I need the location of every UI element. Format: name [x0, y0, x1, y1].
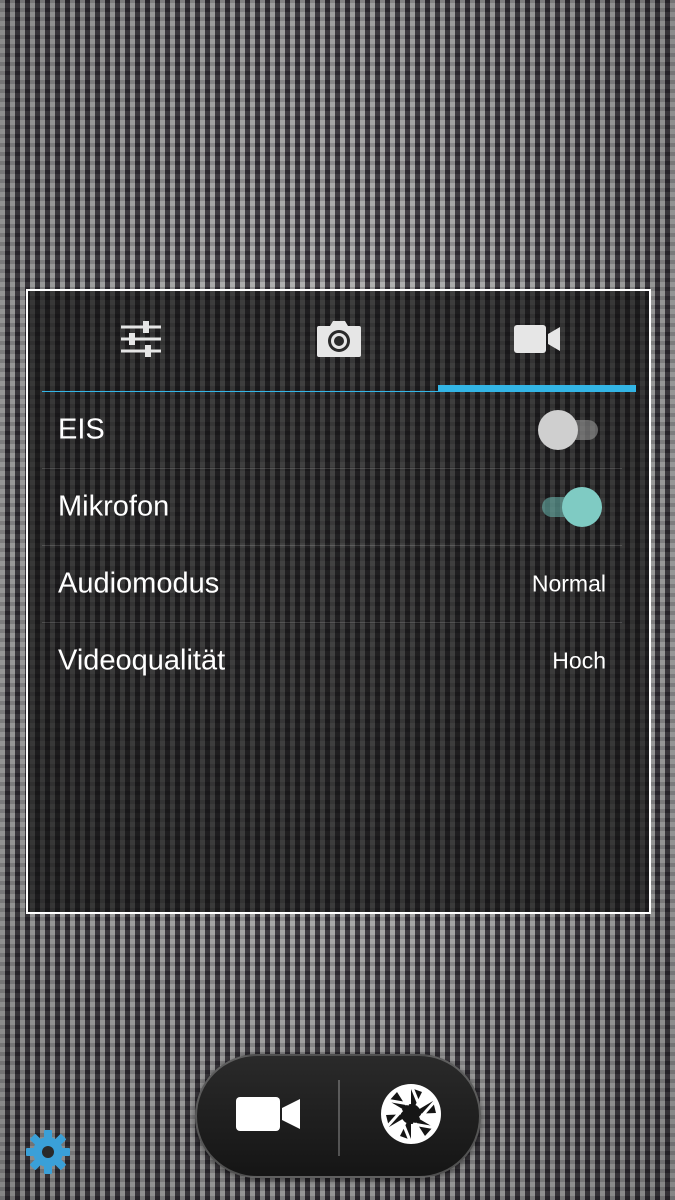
setting-value: Normal	[531, 570, 606, 597]
setting-label: EIS	[58, 413, 105, 446]
settings-tab-bar	[42, 291, 636, 392]
mikrofon-toggle[interactable]	[540, 487, 602, 527]
setting-videoqualitaet[interactable]: Videoqualität Hoch	[42, 623, 622, 699]
setting-label: Audiomodus	[58, 567, 220, 600]
settings-list: EIS Mikrofon Audiomodus Normal Videoqual…	[42, 392, 622, 699]
video-settings-panel: EIS Mikrofon Audiomodus Normal Videoqual…	[26, 289, 651, 914]
sliders-icon	[119, 319, 163, 364]
eis-toggle[interactable]	[538, 410, 600, 450]
capture-mode-switcher	[195, 1054, 481, 1178]
tab-video-settings[interactable]	[438, 291, 636, 391]
photo-shutter-button[interactable]	[340, 1056, 481, 1176]
tab-general-settings[interactable]	[42, 291, 240, 391]
setting-mikrofon[interactable]: Mikrofon	[42, 469, 622, 546]
setting-value: Hoch	[552, 647, 606, 674]
setting-label: Mikrofon	[58, 490, 170, 523]
gear-icon	[24, 1130, 72, 1180]
toggle-thumb	[538, 410, 578, 450]
camera-icon	[316, 320, 362, 363]
shutter-icon	[380, 1083, 442, 1150]
video-camera-icon	[513, 324, 561, 359]
setting-eis[interactable]: EIS	[42, 392, 622, 469]
tab-photo-settings[interactable]	[240, 291, 438, 391]
toggle-thumb	[562, 487, 602, 527]
setting-audiomodus[interactable]: Audiomodus Normal	[42, 546, 622, 623]
setting-label: Videoqualität	[58, 644, 226, 677]
video-camera-icon	[235, 1096, 301, 1137]
video-record-button[interactable]	[197, 1056, 338, 1176]
active-tab-indicator	[438, 385, 636, 391]
settings-gear-button[interactable]	[24, 1128, 72, 1176]
